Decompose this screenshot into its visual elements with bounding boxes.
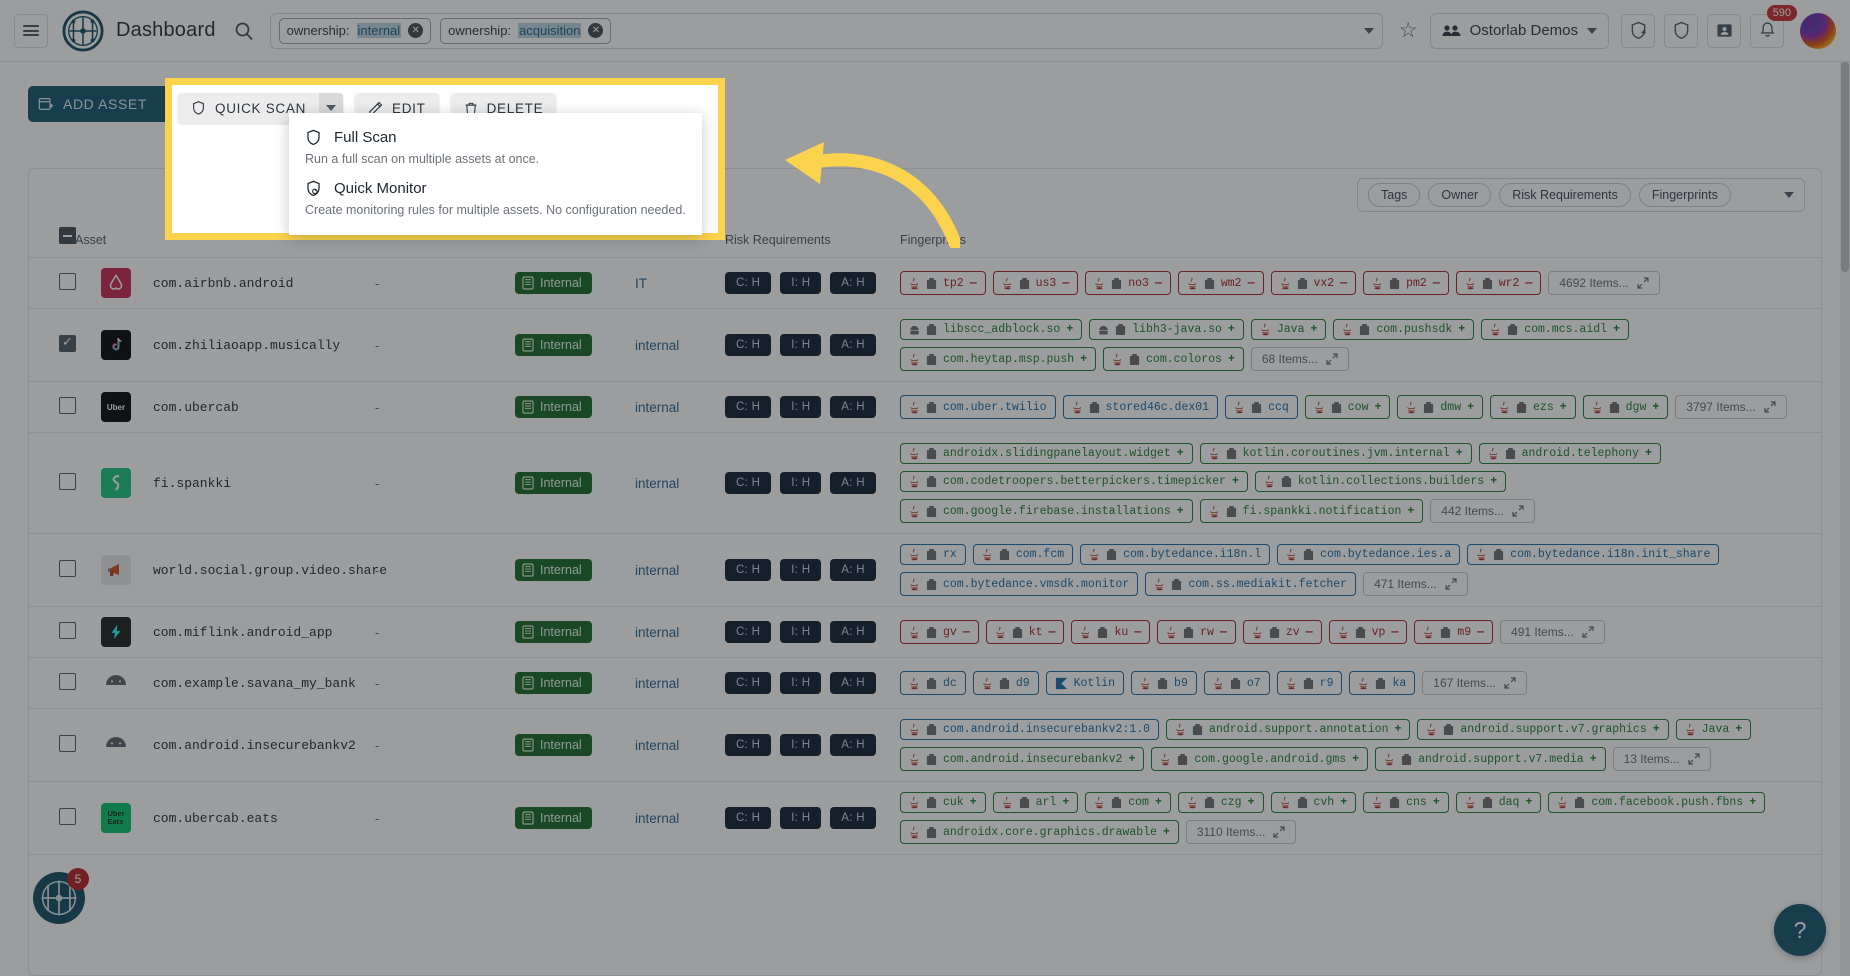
menu-item-quick-monitor[interactable]: Quick Monitor Create monitoring rules fo… <box>289 172 702 223</box>
shield-icon <box>305 128 322 147</box>
menu-item-desc: Run a full scan on multiple assets at on… <box>305 152 686 166</box>
menu-item-full-scan[interactable]: Full Scan Run a full scan on multiple as… <box>289 121 702 172</box>
menu-item-title: Full Scan <box>334 129 397 146</box>
shield-refresh-icon <box>305 179 322 198</box>
app-root: Dashboard ownership:internal ✕ ownership… <box>0 0 1850 976</box>
quick-scan-dropdown-menu: Full Scan Run a full scan on multiple as… <box>289 113 702 235</box>
shield-icon <box>191 100 206 116</box>
menu-item-desc: Create monitoring rules for multiple ass… <box>305 203 686 217</box>
menu-item-title: Quick Monitor <box>334 180 427 197</box>
annotation-arrow <box>780 138 960 248</box>
chevron-down-icon <box>326 105 336 111</box>
